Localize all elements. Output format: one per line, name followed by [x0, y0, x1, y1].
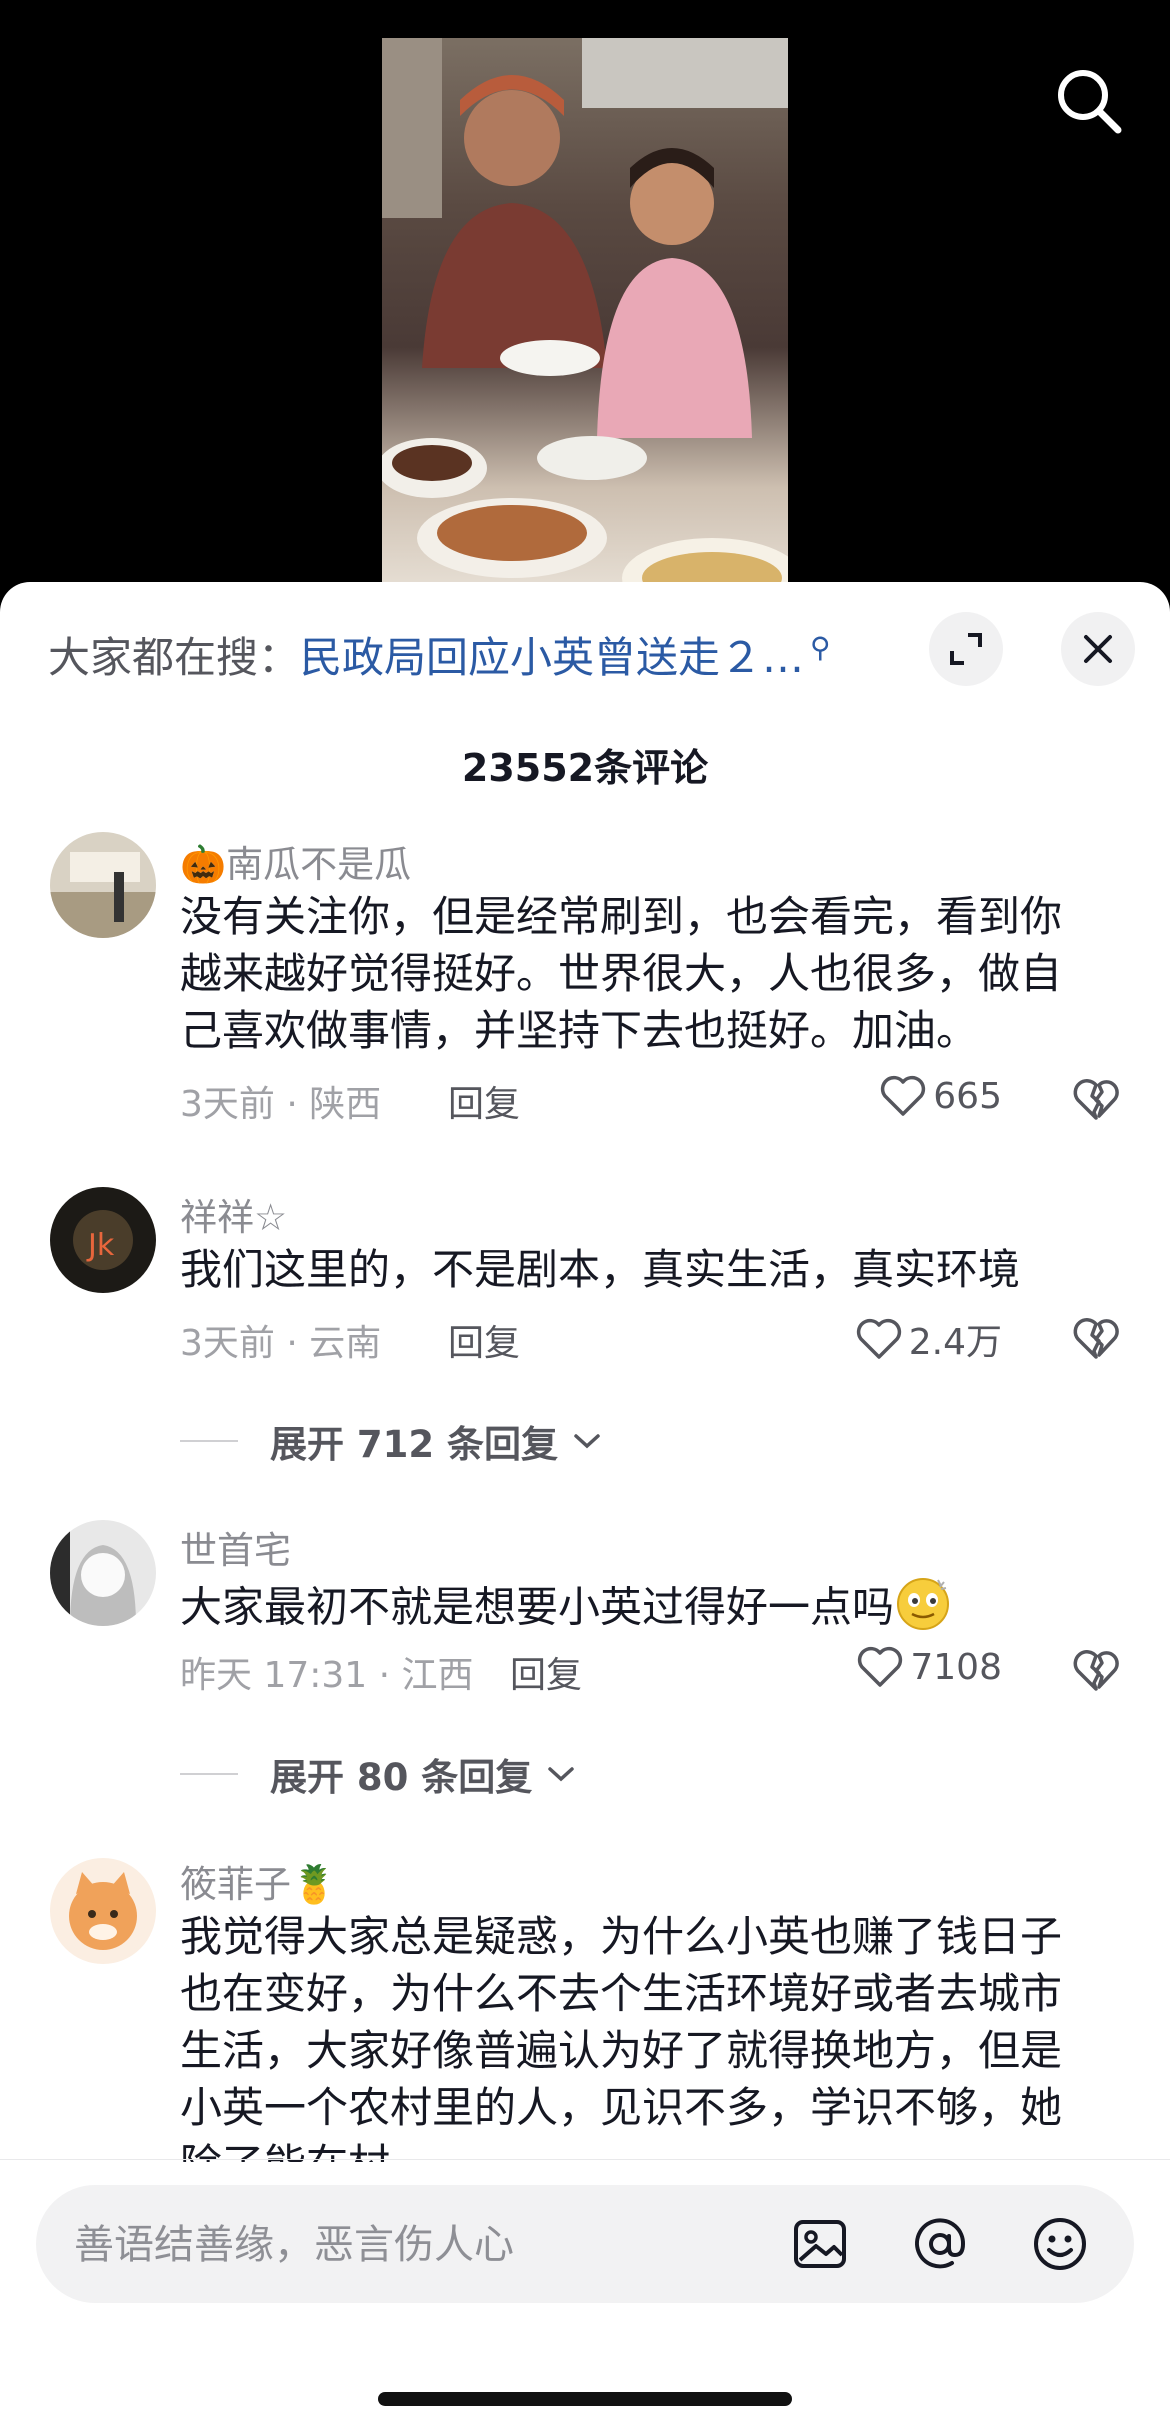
svg-text:Jk: Jk	[86, 1228, 115, 1263]
pumpkin-icon: 🎃	[180, 843, 227, 886]
comment-input[interactable]	[72, 2207, 776, 2283]
heart-icon	[856, 1318, 901, 1359]
image-icon[interactable]	[790, 2214, 850, 2274]
like-button[interactable]: 7108	[856, 1645, 1002, 1689]
heart-icon	[881, 1075, 926, 1116]
trending-prefix: 大家都在搜：	[48, 633, 301, 682]
comment-meta: 3天前 · 陕西	[180, 1084, 382, 1125]
divider	[180, 1440, 238, 1442]
expand-icon[interactable]	[929, 612, 1003, 686]
chevron-down-icon	[548, 1767, 575, 1782]
avatar[interactable]	[50, 1520, 156, 1626]
comment-text: 我觉得大家总是疑惑，为什么小英也赚了钱日子也在变好，为什么不去个生活环境好或者去…	[180, 1912, 1063, 2162]
comment-count-title: 23552条评论	[461, 746, 709, 790]
avatar[interactable]	[50, 832, 156, 938]
comment-text: 没有关注你，但是经常刷到，也会看完，看到你越来越好觉得挺好。世界很大，人也很多，…	[180, 892, 1063, 1055]
expand-replies-button[interactable]: 展开 80 条回复	[180, 1747, 576, 1801]
reply-button[interactable]: 回复	[510, 1646, 582, 1698]
smiley-emoji-icon	[894, 1574, 952, 1646]
broken-heart-icon[interactable]	[1072, 1647, 1120, 1693]
trending-search[interactable]: 大家都在搜：民政局回应小英曾送走２… ⚲	[48, 624, 908, 694]
comment-meta: 3天前 · 云南	[180, 1323, 382, 1364]
chevron-down-icon	[574, 1434, 600, 1449]
comment-text: 我们这里的，不是剧本，真实生活，真实环境	[180, 1245, 1021, 1294]
broken-heart-icon[interactable]	[1072, 1315, 1120, 1361]
comment-meta: 昨天 17:31 · 江西	[180, 1655, 474, 1696]
search-icon[interactable]	[1050, 62, 1130, 142]
smiley-icon[interactable]	[1030, 2214, 1090, 2274]
like-button[interactable]: 2.4万	[855, 1313, 1002, 1365]
trending-query-link[interactable]: 民政局回应小英曾送走２…	[300, 633, 804, 682]
comment-username[interactable]: 筱菲子🍍	[180, 1854, 337, 1908]
comment-input-bar	[36, 2185, 1134, 2303]
trending-search-icon: ⚲	[810, 631, 831, 664]
close-icon[interactable]	[1061, 612, 1135, 686]
like-button[interactable]: 665	[879, 1074, 1002, 1118]
pineapple-icon: 🍍	[291, 1863, 338, 1906]
input-divider	[0, 2159, 1170, 2160]
comments-sheet: 大家都在搜：民政局回应小英曾送走２… ⚲ 23552条评论 🎃南瓜不是瓜 没有关注…	[0, 582, 1170, 2429]
comment-username[interactable]: 🎃南瓜不是瓜	[180, 834, 411, 888]
video-area[interactable]	[0, 0, 1170, 600]
like-count: 665	[933, 1075, 1002, 1117]
comment-username[interactable]: 祥祥☆	[180, 1187, 287, 1241]
avatar[interactable]: Jk	[50, 1187, 156, 1293]
avatar[interactable]	[50, 1858, 156, 1964]
expand-replies-label: 展开 80 条回复	[270, 1756, 533, 1799]
expand-replies-label: 展开 712 条回复	[270, 1423, 558, 1466]
reply-button[interactable]: 回复	[448, 1314, 520, 1366]
comment-username[interactable]: 世首宅	[180, 1520, 291, 1574]
video-thumbnail[interactable]	[382, 38, 788, 600]
like-count: 2.4万	[908, 1322, 1002, 1363]
comment-text: 大家最初不就是想要小英过得好一点吗	[180, 1574, 1100, 1646]
comment-item: 筱菲子🍍 我觉得大家总是疑惑，为什么小英也赚了钱日子也在变好，为什么不去个生活环…	[0, 1854, 1170, 2162]
divider	[180, 1773, 238, 1775]
expand-replies-button[interactable]: 展开 712 条回复	[180, 1414, 602, 1468]
home-indicator[interactable]	[378, 2392, 792, 2406]
broken-heart-icon[interactable]	[1072, 1076, 1120, 1122]
at-icon[interactable]	[910, 2214, 970, 2274]
reply-button[interactable]: 回复	[448, 1075, 520, 1127]
like-count: 7108	[910, 1646, 1002, 1688]
heart-icon	[858, 1646, 903, 1687]
